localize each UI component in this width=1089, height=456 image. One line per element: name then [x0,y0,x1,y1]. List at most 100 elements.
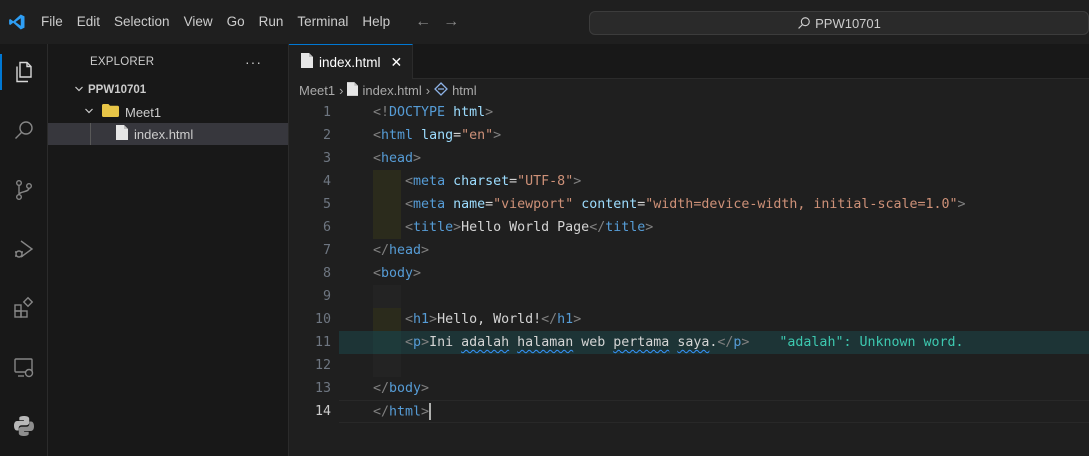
file-label: index.html [134,126,194,142]
line-number: 14 [314,404,331,419]
menu-terminal[interactable]: Terminal [290,0,355,44]
command-center-search[interactable]: PPW10701 [589,11,1089,35]
menu-selection[interactable]: Selection [107,0,177,44]
code-text: <meta name="viewport" content="width=dev… [405,197,966,212]
current-line-highlight [339,400,1089,423]
code-line: 5 <meta name="viewport" content="width=d… [289,193,1089,216]
tab-label: index.html [319,54,381,70]
back-arrow-icon[interactable]: ← [415,13,431,31]
breadcrumb-symbol[interactable]: html [452,83,477,98]
line-number: 9 [322,289,331,304]
code-text: </html> [373,403,432,420]
line-number: 4 [322,174,331,189]
line-number: 1 [322,105,331,120]
forward-arrow-icon[interactable]: → [443,13,459,31]
line-number: 8 [322,266,331,281]
search-text: PPW10701 [815,15,881,31]
explorer-header: EXPLORER ··· [48,44,288,79]
root-folder-label: PPW10701 [88,84,147,96]
code-line: 9 [289,285,1089,308]
code-line: 13 </body> [289,377,1089,400]
text-cursor [429,403,432,420]
file-icon [116,125,128,143]
line-number: 13 [314,381,331,396]
code-text: <meta charset="UTF-8"> [405,174,582,189]
menu-view[interactable]: View [177,0,220,44]
menu-go[interactable]: Go [220,0,252,44]
menu-edit[interactable]: Edit [70,0,107,44]
python-icon[interactable] [0,402,48,450]
explorer-title: EXPLORER [90,55,155,68]
menu-help[interactable]: Help [355,0,397,44]
chevron-down-icon [84,106,98,119]
code-text: <body> [373,266,422,281]
code-text: <!DOCTYPE html> [373,105,494,120]
tree-folder-meet1[interactable]: Meet1 [48,101,288,123]
folder-icon [102,104,119,120]
indent-highlight [373,354,401,377]
breadcrumb-file[interactable]: index.html [362,83,421,98]
symbol-html-icon [434,81,448,99]
indent-guide [90,123,91,145]
code-line-current: 14 </html> [289,400,1089,423]
code-line: 12 [289,354,1089,377]
line-number: 10 [314,312,331,327]
code-line: 4 <meta charset="UTF-8"> [289,170,1089,193]
code-line: 7 </head> [289,239,1089,262]
close-icon[interactable]: ✕ [391,54,403,71]
line-number: 11 [314,335,331,350]
code-text: <h1>Hello, World!</h1> [405,312,582,327]
breadcrumb-separator: › [425,82,431,98]
line-number: 7 [322,243,331,258]
menu-run[interactable]: Run [252,0,291,44]
tree-file-index-html[interactable]: index.html [48,123,288,145]
code-text: <title>Hello World Page</title> [405,220,654,235]
folder-label: Meet1 [125,104,162,120]
breadcrumb: Meet1 › index.html › html [289,79,1089,101]
tab-bar: index.html ✕ [289,44,1089,79]
search-icon[interactable] [0,107,48,155]
indent-highlight [373,285,401,308]
code-text: <p>Ini adalah halaman web pertama saya.<… [405,335,964,350]
explorer-sidebar: EXPLORER ··· PPW10701 Meet1 index.html [48,44,289,456]
menu-file[interactable]: File [34,0,70,44]
more-actions-icon[interactable]: ··· [245,54,262,70]
remote-explorer-icon[interactable] [0,343,48,391]
title-bar: File Edit Selection View Go Run Terminal… [0,0,1089,44]
navigation-arrows: ← → [415,13,459,31]
tab-index-html[interactable]: index.html ✕ [289,44,414,79]
code-line: 2 <html lang="en"> [289,124,1089,147]
file-icon [301,53,313,71]
line-number: 5 [322,197,331,212]
chevron-down-icon [74,84,88,97]
code-text: <html lang="en"> [373,128,502,143]
code-editor[interactable]: 1 <!DOCTYPE html> 2 <html lang="en"> 3 <hea… [289,101,1089,423]
tree-root-folder[interactable]: PPW10701 [48,79,288,101]
code-line: 8 <body> [289,262,1089,285]
menu-bar: File Edit Selection View Go Run Terminal… [34,0,397,44]
breadcrumb-folder[interactable]: Meet1 [299,83,335,98]
code-text: </head> [373,243,430,258]
line-number: 2 [322,128,331,143]
code-text: <head> [373,151,422,166]
extensions-icon[interactable] [0,284,48,332]
line-number: 12 [314,358,331,373]
line-number: 6 [322,220,331,235]
code-line: 10 <h1>Hello, World!</h1> [289,308,1089,331]
inline-diagnostic: "adalah": Unknown word. [779,335,964,350]
breadcrumb-separator: › [339,82,344,98]
code-line: 1 <!DOCTYPE html> [289,101,1089,124]
explorer-icon[interactable] [0,48,48,96]
run-debug-icon[interactable] [0,225,48,273]
code-line: 6 <title>Hello World Page</title> [289,216,1089,239]
code-line: 3 <head> [289,147,1089,170]
file-icon [347,81,359,99]
source-control-icon[interactable] [0,166,48,214]
editor-area: index.html ✕ Meet1 › index.html › html 1… [289,44,1089,456]
vscode-logo-icon [0,0,34,44]
activity-bar [0,44,48,456]
code-line: 11 <p>Ini adalah halaman web pertama say… [289,331,1089,354]
search-icon [798,17,810,29]
code-text: </body> [373,381,430,396]
line-number: 3 [322,151,331,166]
